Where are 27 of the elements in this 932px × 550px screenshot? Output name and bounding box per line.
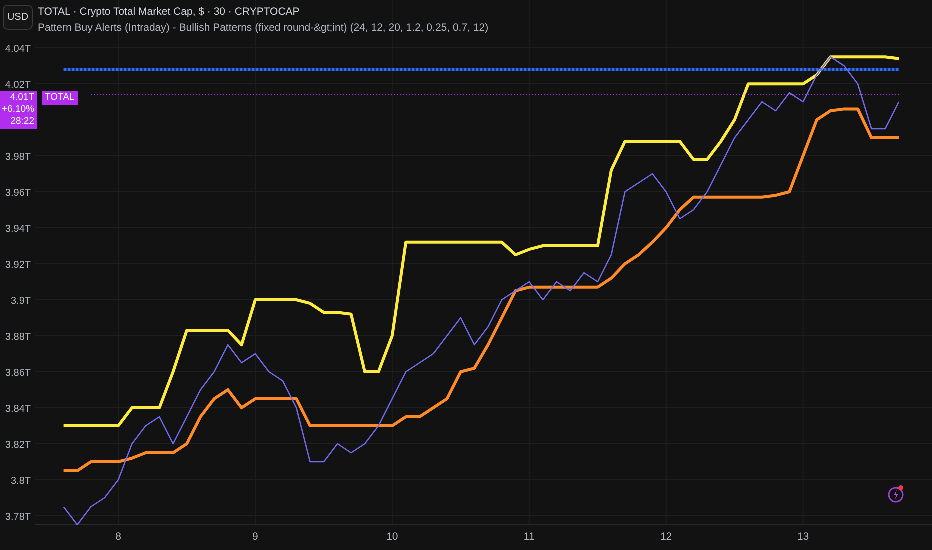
price-axis-label: 4.02T (5, 80, 31, 92)
change-text: +6.10% (2, 104, 34, 116)
price-axis-label: 3.94T (5, 224, 31, 236)
price-axis-label: 3.9T (10, 296, 31, 308)
countdown-text: 28:22 (10, 116, 34, 128)
price-axis-label: 3.78T (5, 512, 31, 523)
price-axis-label: 3.92T (5, 260, 31, 272)
price-axis-label: 3.84T (5, 404, 31, 416)
time-axis-label: 9 (252, 531, 258, 543)
time-axis-label: 13 (797, 531, 810, 543)
price-text: 4.01T (10, 92, 34, 104)
currency-button[interactable]: USD (3, 5, 33, 30)
price-axis-label: 3.96T (5, 188, 31, 200)
price-axis-label: 3.98T (5, 152, 31, 164)
time-axis-label: 8 (116, 531, 122, 543)
time-axis-label: 12 (660, 531, 672, 543)
price-axis-label: 3.88T (5, 332, 31, 344)
price-axis-label: 3.8T (10, 476, 31, 487)
time-axis-label: 11 (524, 531, 535, 543)
indicator-legend: Pattern Buy Alerts (Intraday) - Bullish Patterns (fixed round-&gt;int) (24, 12, 20, 1.2, 0.25, 0.7, 12) (38, 22, 489, 35)
symbol-tag: TOTAL (42, 91, 78, 105)
price-axis-label: 3.82T (5, 440, 31, 451)
lightning-icon[interactable] (888, 484, 906, 504)
chart-title: TOTAL · Crypto Total Market Cap, $ · 30 · CRYPTOCAP (38, 6, 301, 19)
price-axis-label: 4.04T (5, 44, 31, 56)
time-axis-label: 10 (386, 531, 398, 543)
price-axis-label: 3.86T (5, 368, 31, 380)
